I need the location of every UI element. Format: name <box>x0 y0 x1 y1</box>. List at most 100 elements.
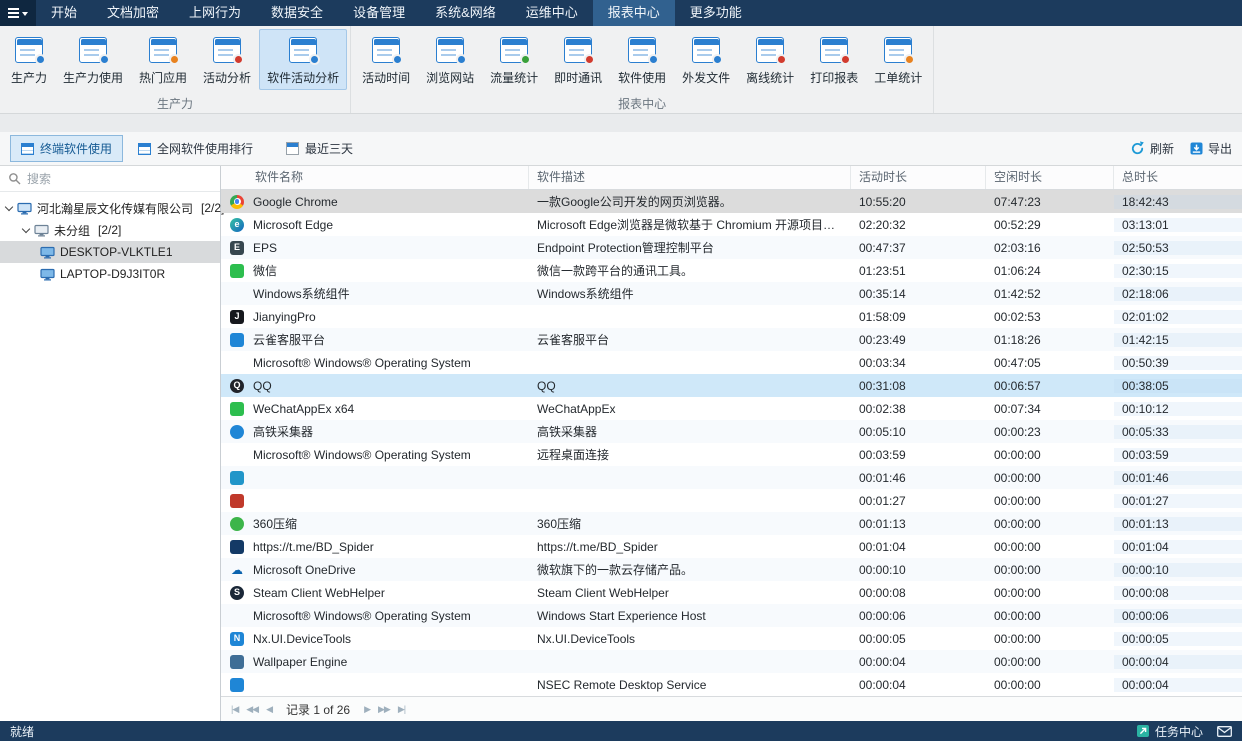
app-icon <box>230 494 244 508</box>
cell-software-name: 微信 <box>247 262 529 279</box>
table-row[interactable]: WeChatAppEx x64WeChatAppEx00:02:3800:07:… <box>221 397 1242 420</box>
cell-idle-time: 00:52:29 <box>986 218 1114 232</box>
menu-item-7[interactable]: 报表中心 <box>593 0 675 26</box>
ribbon-button-0-3[interactable]: 活动分析 <box>195 29 259 90</box>
chrome-icon <box>230 195 244 209</box>
table-row[interactable]: https://t.me/BD_Spiderhttps://t.me/BD_Sp… <box>221 535 1242 558</box>
tab-1[interactable]: 全网软件使用排行 <box>127 135 264 162</box>
menu-item-1[interactable]: 文档加密 <box>92 0 174 26</box>
cell-icon <box>221 425 247 439</box>
task-center-link[interactable]: 任务中心 <box>1155 723 1203 740</box>
tree-item-2[interactable]: DESKTOP-VLKTLE1 <box>0 241 220 263</box>
pager-prev-icon-2[interactable]: ◀ <box>266 704 272 715</box>
menu-item-3[interactable]: 数据安全 <box>256 0 338 26</box>
ribbon-button-0-0[interactable]: 生产力 <box>3 29 55 90</box>
table-row[interactable]: Microsoft® Windows® Operating System00:0… <box>221 351 1242 374</box>
cell-active-time: 00:00:06 <box>851 609 986 623</box>
pager-prev-buttons: |◀◀◀◀ <box>231 704 272 715</box>
cell-total-time: 00:01:46 <box>1114 471 1242 485</box>
table-row[interactable]: 00:01:2700:00:0000:01:27 <box>221 489 1242 512</box>
tab-0[interactable]: 终端软件使用 <box>10 135 123 162</box>
ribbon-button-0-2[interactable]: 热门应用 <box>131 29 195 90</box>
computer-icon <box>40 268 55 281</box>
table-row[interactable]: 微信微信一款跨平台的通讯工具。01:23:5101:06:2402:30:15 <box>221 259 1242 282</box>
ribbon-button-1-6[interactable]: 离线统计 <box>738 29 802 90</box>
table-row[interactable]: Google Chrome一款Google公司开发的网页浏览器。10:55:20… <box>221 190 1242 213</box>
outgoing-files-icon <box>691 35 721 65</box>
column-header-2[interactable]: 活动时长 <box>851 166 986 189</box>
column-header-1[interactable]: 软件描述 <box>529 166 851 189</box>
ribbon-button-0-4[interactable]: 软件活动分析 <box>259 29 347 90</box>
table-row[interactable]: Wallpaper Engine00:00:0400:00:0000:00:04 <box>221 650 1242 673</box>
cell-total-time: 00:10:12 <box>1114 402 1242 416</box>
table-row[interactable]: NSEC Remote Desktop Service00:00:0400:00… <box>221 673 1242 696</box>
table-row[interactable]: SSteam Client WebHelperSteam Client WebH… <box>221 581 1242 604</box>
menu-item-5[interactable]: 系统&网络 <box>420 0 511 26</box>
tree-item-1[interactable]: 未分组[2/2] <box>0 219 220 241</box>
cell-software-name: 云雀客服平台 <box>247 331 529 348</box>
table-row[interactable]: Microsoft® Windows® Operating System远程桌面… <box>221 443 1242 466</box>
table-row[interactable]: 高铁采集器高铁采集器00:05:1000:00:2300:05:33 <box>221 420 1242 443</box>
refresh-button[interactable]: 刷新 <box>1130 140 1174 157</box>
cell-software-name: 高铁采集器 <box>247 423 529 440</box>
ribbon-button-1-4[interactable]: 软件使用 <box>610 29 674 90</box>
pager-next-icon-1[interactable]: ▶▶ <box>378 704 390 715</box>
table-row[interactable]: 360压缩360压缩00:01:1300:00:0000:01:13 <box>221 512 1242 535</box>
date-filter-button[interactable]: 最近三天 <box>286 140 353 157</box>
app-menu-button[interactable] <box>0 0 36 26</box>
column-header-4[interactable]: 总时长 <box>1114 166 1242 189</box>
cell-software-desc: 云雀客服平台 <box>529 331 851 348</box>
pager-next-icon-2[interactable]: ▶| <box>398 704 405 715</box>
search-box <box>0 166 220 192</box>
ribbon-button-1-0[interactable]: 活动时间 <box>354 29 418 90</box>
collapse-icon[interactable] <box>22 224 30 232</box>
ribbon-button-label: 软件使用 <box>618 69 666 86</box>
tree-item-3[interactable]: LAPTOP-D9J3IT0R <box>0 263 220 285</box>
cell-active-time: 02:20:32 <box>851 218 986 232</box>
menu-item-6[interactable]: 运维中心 <box>511 0 593 26</box>
statusbar-right: 任务中心 <box>1137 723 1232 740</box>
ribbon-button-1-2[interactable]: 流量统计 <box>482 29 546 90</box>
collapse-icon[interactable] <box>5 202 13 210</box>
pager-next-icon-0[interactable]: ▶ <box>364 704 370 715</box>
table-row[interactable]: Microsoft® Windows® Operating SystemWind… <box>221 604 1242 627</box>
table-row[interactable]: JJianyingPro01:58:0900:02:5302:01:02 <box>221 305 1242 328</box>
tree-item-0[interactable]: 河北瀚星辰文化传媒有限公司[2/2] <box>0 197 220 219</box>
ribbon-button-label: 离线统计 <box>746 69 794 86</box>
column-header-0[interactable]: 软件名称 <box>221 166 529 189</box>
search-input[interactable] <box>27 172 212 186</box>
cell-active-time: 00:03:34 <box>851 356 986 370</box>
table-row[interactable]: ☁Microsoft OneDrive微软旗下的一款云存储产品。00:00:10… <box>221 558 1242 581</box>
cell-active-time: 00:47:37 <box>851 241 986 255</box>
network-software-ranking-tab-icon <box>138 143 151 155</box>
ribbon-button-1-3[interactable]: 即时通讯 <box>546 29 610 90</box>
menu-item-8[interactable]: 更多功能 <box>675 0 757 26</box>
ribbon-button-1-8[interactable]: 工单统计 <box>866 29 930 90</box>
column-header-3[interactable]: 空闲时长 <box>986 166 1114 189</box>
mail-icon[interactable] <box>1217 726 1232 737</box>
ribbon-button-1-5[interactable]: 外发文件 <box>674 29 738 90</box>
menu-item-0[interactable]: 开始 <box>36 0 92 26</box>
table-row[interactable]: Windows系统组件Windows系统组件00:35:1401:42:5202… <box>221 282 1242 305</box>
table-row[interactable]: QQQQQ00:31:0800:06:5700:38:05 <box>221 374 1242 397</box>
pager-prev-icon-0[interactable]: |◀ <box>231 704 238 715</box>
ribbon-button-0-1[interactable]: 生产力使用 <box>55 29 131 90</box>
table-row[interactable]: 00:01:4600:00:0000:01:46 <box>221 466 1242 489</box>
menubar-items: 开始文档加密上网行为数据安全设备管理系统&网络运维中心报表中心更多功能 <box>36 0 757 26</box>
table-row[interactable]: NNx.UI.DeviceToolsNx.UI.DeviceTools00:00… <box>221 627 1242 650</box>
table-row[interactable]: EEPSEndpoint Protection管理控制平台00:47:3702:… <box>221 236 1242 259</box>
refresh-icon <box>1130 141 1145 156</box>
export-button[interactable]: 导出 <box>1190 140 1232 157</box>
cell-software-name: https://t.me/BD_Spider <box>247 540 529 554</box>
ribbon-button-1-1[interactable]: 浏览网站 <box>418 29 482 90</box>
view-tabs: 终端软件使用全网软件使用排行 <box>10 135 264 162</box>
cell-icon: N <box>221 632 247 646</box>
menu-item-2[interactable]: 上网行为 <box>174 0 256 26</box>
table-row[interactable]: eMicrosoft EdgeMicrosoft Edge浏览器是微软基于 Ch… <box>221 213 1242 236</box>
table-row[interactable]: 云雀客服平台云雀客服平台00:23:4901:18:2601:42:15 <box>221 328 1242 351</box>
ribbon-group-0: 生产力生产力使用热门应用活动分析软件活动分析生产力 <box>0 26 351 113</box>
ribbon-button-1-7[interactable]: 打印报表 <box>802 29 866 90</box>
offline-stats-icon <box>755 35 785 65</box>
menu-item-4[interactable]: 设备管理 <box>338 0 420 26</box>
pager-prev-icon-1[interactable]: ◀◀ <box>246 704 258 715</box>
